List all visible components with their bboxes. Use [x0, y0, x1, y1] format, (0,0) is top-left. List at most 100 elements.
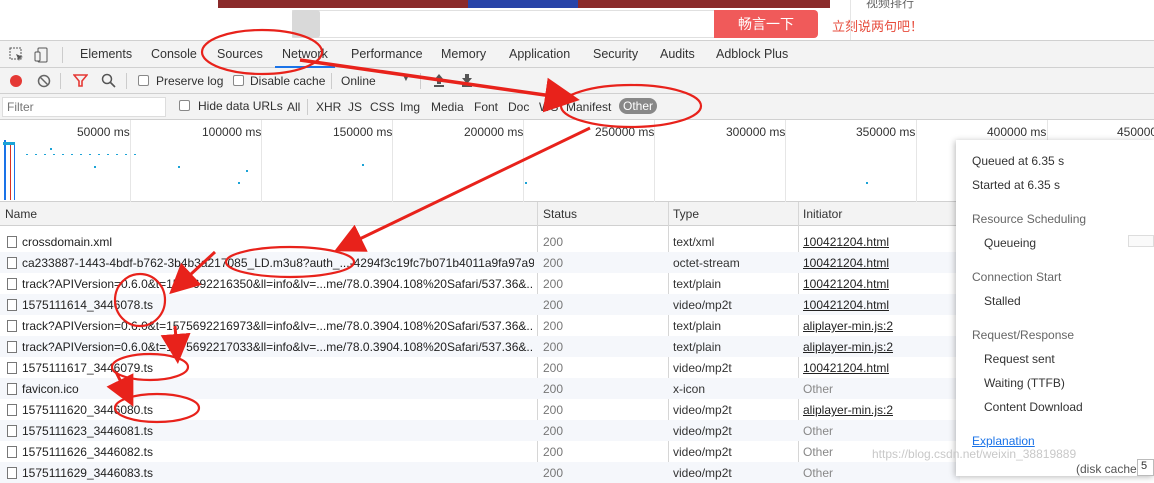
request-name[interactable]: 1575111623_3446081.ts — [22, 424, 534, 438]
request-name[interactable]: favicon.ico — [22, 382, 534, 396]
request-initiator[interactable]: 100421204.html — [803, 361, 889, 375]
request-name[interactable]: track?APIVersion=0.6.0&t=1575692216350&l… — [22, 277, 534, 291]
request-initiator: Other — [803, 424, 834, 438]
inspect-element-icon[interactable] — [9, 47, 25, 63]
table-row[interactable]: favicon.ico 200 x-icon Other — [0, 378, 960, 399]
tab-security[interactable]: Security — [593, 47, 638, 61]
preserve-log-checkbox[interactable] — [138, 75, 149, 86]
request-name[interactable]: track?APIVersion=0.6.0&t=1575692216973&l… — [22, 319, 534, 333]
request-name[interactable]: 1575111620_3446080.ts — [22, 403, 534, 417]
file-icon — [7, 257, 17, 269]
filter-media[interactable]: Media — [431, 100, 464, 114]
comment-submit-button[interactable]: 畅言一下 — [714, 10, 818, 38]
tab-memory[interactable]: Memory — [441, 47, 486, 61]
timeline-tick: 150000 ms — [333, 125, 393, 139]
table-row[interactable]: 1575111629_3446083.ts 200 video/mp2t Other — [0, 462, 960, 483]
filter-other[interactable]: Other — [619, 98, 658, 114]
table-row[interactable]: 1575111614_3446078.ts 200 video/mp2t 100421… — [0, 294, 960, 315]
request-status: 200 — [543, 298, 564, 312]
webpage-area: 畅言一下 立刻说两句吧！ 视频排行 — [0, 0, 1154, 40]
request-name[interactable]: 1575111626_3446082.ts — [22, 445, 534, 459]
request-initiator[interactable]: aliplayer-min.js:2 — [803, 340, 893, 354]
comment-input[interactable] — [292, 10, 717, 38]
import-har-icon[interactable] — [432, 73, 446, 88]
table-row[interactable]: 1575111620_3446080.ts 200 video/mp2t alipla… — [0, 399, 960, 420]
request-type: octet-stream — [673, 256, 740, 270]
divider — [850, 0, 851, 40]
clear-icon[interactable] — [37, 74, 51, 88]
request-initiator[interactable]: 100421204.html — [803, 235, 889, 249]
column-initiator[interactable]: Initiator — [803, 207, 842, 221]
preserve-log-label: Preserve log — [156, 74, 224, 88]
request-type: video/mp2t — [673, 445, 732, 459]
request-name[interactable]: crossdomain.xml — [22, 235, 534, 249]
table-row[interactable]: 1575111617_3446079.ts 200 video/mp2t 100421… — [0, 357, 960, 378]
chevron-down-icon[interactable]: ▼ — [401, 73, 411, 84]
request-name[interactable]: 1575111629_3446083.ts — [22, 466, 534, 480]
hide-data-urls-checkbox[interactable] — [179, 100, 190, 111]
explanation-link[interactable]: Explanation — [972, 434, 1035, 448]
filter-input[interactable] — [2, 97, 166, 117]
column-name[interactable]: Name — [5, 207, 37, 221]
request-type: video/mp2t — [673, 403, 732, 417]
request-name[interactable]: 1575111614_3446078.ts — [22, 298, 534, 312]
tab-performance[interactable]: Performance — [351, 47, 423, 61]
table-row[interactable]: 1575111623_3446081.ts 200 video/mp2t Other — [0, 420, 960, 441]
export-har-icon[interactable] — [460, 73, 474, 88]
table-row[interactable]: track?APIVersion=0.6.0&t=1575692216350&l… — [0, 273, 960, 294]
request-initiator[interactable]: 100421204.html — [803, 298, 889, 312]
tab-network[interactable]: Network — [282, 47, 328, 61]
timeline-tick: 250000 ms — [595, 125, 655, 139]
filter-js[interactable]: JS — [348, 100, 362, 114]
stalled-label: Stalled — [984, 294, 1021, 308]
request-name[interactable]: 1575111617_3446079.ts — [22, 361, 534, 375]
filter-ws[interactable]: WS — [539, 100, 558, 114]
filter-all[interactable]: All — [287, 100, 300, 114]
filter-css[interactable]: CSS — [370, 100, 395, 114]
filter-xhr[interactable]: XHR — [316, 100, 341, 114]
request-type: text/plain — [673, 340, 722, 354]
table-row[interactable]: crossdomain.xml 200 text/xml 100421204.html — [0, 231, 960, 252]
search-icon[interactable] — [101, 73, 116, 88]
request-type: text/plain — [673, 277, 722, 291]
record-icon[interactable] — [9, 74, 23, 88]
tab-sources[interactable]: Sources — [217, 47, 263, 61]
filter-bar: Hide data URLs All XHR JS CSS Img Media … — [0, 94, 1154, 120]
disable-cache-checkbox[interactable] — [233, 75, 244, 86]
filter-font[interactable]: Font — [474, 100, 498, 114]
filter-img[interactable]: Img — [400, 100, 420, 114]
tab-application[interactable]: Application — [509, 47, 570, 61]
request-type: video/mp2t — [673, 298, 732, 312]
tab-console[interactable]: Console — [151, 47, 197, 61]
table-row[interactable]: track?APIVersion=0.6.0&t=1575692217033&l… — [0, 336, 960, 357]
column-status[interactable]: Status — [543, 207, 577, 221]
table-row[interactable]: track?APIVersion=0.6.0&t=1575692216973&l… — [0, 315, 960, 336]
request-initiator[interactable]: aliplayer-min.js:2 — [803, 403, 893, 417]
request-type: video/mp2t — [673, 424, 732, 438]
request-status: 200 — [543, 403, 564, 417]
column-type[interactable]: Type — [673, 207, 699, 221]
request-name[interactable]: track?APIVersion=0.6.0&t=1575692217033&l… — [22, 340, 534, 354]
image-icon[interactable] — [292, 10, 320, 38]
request-initiator[interactable]: aliplayer-min.js:2 — [803, 319, 893, 333]
request-name[interactable]: ca233887-1443-4bdf-b762-3b4b3a217085_LD.… — [22, 256, 534, 270]
file-icon — [7, 362, 17, 374]
timing-popover: Queued at 6.35 s Started at 6.35 s Resou… — [956, 140, 1154, 476]
watermark: https://blog.csdn.net/weixin_38819889 — [872, 447, 1077, 461]
request-initiator[interactable]: 100421204.html — [803, 277, 889, 291]
throttle-select[interactable]: Online — [341, 74, 376, 88]
tab-audits[interactable]: Audits — [660, 47, 695, 61]
tab-elements[interactable]: Elements — [80, 47, 132, 61]
request-initiator[interactable]: 100421204.html — [803, 256, 889, 270]
video-ranking-label: 视频排行 — [866, 0, 915, 10]
tab-adblock-plus[interactable]: Adblock Plus — [716, 47, 788, 61]
filter-icon[interactable] — [73, 73, 88, 88]
comment-slogan: 立刻说两句吧！ — [832, 19, 924, 34]
device-toolbar-icon[interactable] — [34, 47, 50, 63]
filter-manifest[interactable]: Manifest — [566, 100, 611, 114]
connection-start-heading: Connection Start — [972, 270, 1062, 284]
filter-doc[interactable]: Doc — [508, 100, 529, 114]
table-row[interactable]: 1575111626_3446082.ts 200 video/mp2t Other — [0, 441, 960, 462]
table-row[interactable]: ca233887-1443-4bdf-b762-3b4b3a217085_LD.… — [0, 252, 960, 273]
file-icon — [7, 299, 17, 311]
